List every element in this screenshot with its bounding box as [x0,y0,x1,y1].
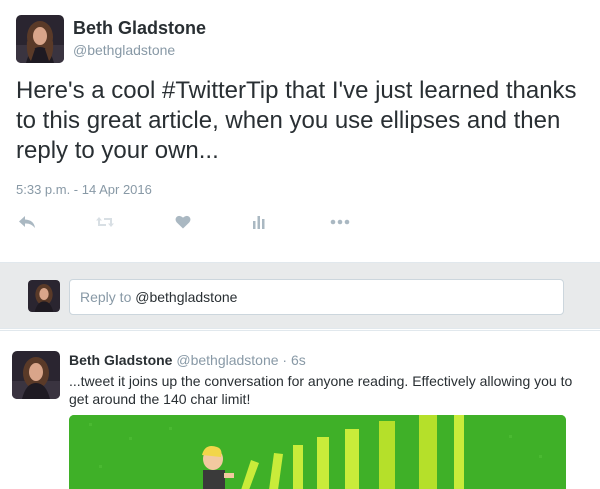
tweet-actions [0,205,600,239]
reply-tweet-header: Beth Gladstone @bethgladstone · 6s [69,352,306,368]
reply-input[interactable]: Reply to @bethgladstone [69,279,564,315]
reply-button[interactable] [16,213,38,231]
avatar[interactable] [12,351,60,399]
tweet-timestamp[interactable]: 5:33 p.m. - 14 Apr 2016 [16,182,152,197]
reply-placeholder: Reply to [80,289,132,305]
avatar[interactable] [16,15,64,63]
reply-mention: @bethgladstone [135,289,238,305]
reply-tweet-text: ...tweet it joins up the conversation fo… [69,373,573,407]
author-handle[interactable]: @bethgladstone [73,42,175,58]
domino-illustration-icon [69,415,566,489]
analytics-button[interactable] [248,213,270,231]
media-image[interactable] [69,415,566,489]
reply-author-meta[interactable]: @bethgladstone · 6s [172,352,305,368]
reply-compose: Reply to @bethgladstone [0,262,600,329]
heart-icon [175,215,191,229]
more-icon [330,219,350,225]
retweet-button[interactable] [94,213,116,231]
reply-tweet[interactable]: Beth Gladstone @bethgladstone · 6s ...tw… [0,330,600,489]
more-button[interactable] [329,213,351,231]
main-tweet: Beth Gladstone @bethgladstone Here's a c… [0,0,600,262]
reply-icon [19,216,35,228]
avatar [28,280,60,312]
retweet-icon [96,217,114,227]
analytics-icon [253,216,265,229]
like-button[interactable] [172,213,194,231]
author-name[interactable]: Beth Gladstone [73,18,206,39]
tweet-text: Here's a cool #TwitterTip that I've just… [16,77,577,164]
reply-author-name[interactable]: Beth Gladstone [69,352,172,368]
